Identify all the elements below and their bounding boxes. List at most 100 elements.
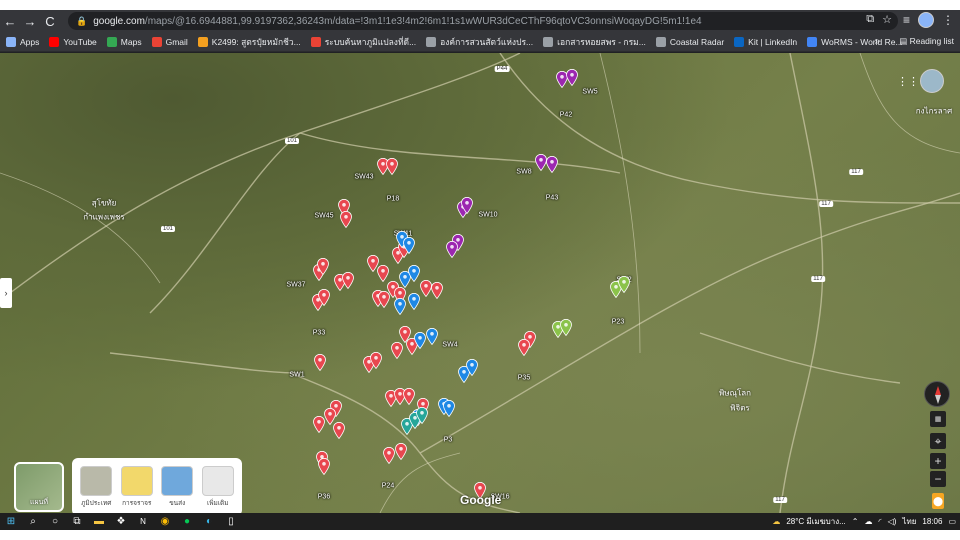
menu-icon[interactable]: ⋮ (942, 13, 954, 27)
purple-map-marker[interactable] (566, 69, 578, 86)
road-number-badge: P44 (494, 66, 510, 72)
bookmark-item[interactable]: YouTube (49, 36, 97, 47)
install-icon[interactable]: ⧉ (866, 13, 874, 26)
dropbox-icon[interactable]: ❖ (110, 513, 132, 530)
marker-label: SW43 (354, 173, 374, 181)
layer-option[interactable]: การจราจร (118, 466, 156, 508)
layer-label: ขนส่ง (169, 500, 186, 507)
clock[interactable]: 18:06 (922, 517, 942, 526)
marker-label: P43 (545, 194, 559, 202)
layer-option[interactable]: เพิ่มเติม (199, 466, 237, 508)
layer-label: การจราจร (122, 500, 152, 507)
blue-map-marker[interactable] (408, 265, 420, 282)
edge-icon[interactable]: ◐ (198, 513, 220, 530)
account-avatar[interactable] (920, 69, 944, 93)
red-map-marker[interactable] (383, 447, 395, 464)
road-number-badge: 117 (819, 201, 833, 207)
cloud-icon[interactable]: ☁ (864, 517, 872, 526)
red-map-marker[interactable] (318, 458, 330, 475)
marker-label: SW4 (442, 341, 458, 349)
notepad-icon[interactable]: ▯ (220, 513, 242, 530)
bookmark-item[interactable]: เอกสารหอยสพร - กรม... (543, 35, 646, 49)
bookmark-item[interactable]: Kit | LinkedIn (734, 36, 797, 47)
red-map-marker[interactable] (317, 258, 329, 275)
purple-map-marker[interactable] (546, 156, 558, 173)
tray-chevron-icon[interactable]: ⌃ (852, 517, 859, 526)
wifi-icon[interactable]: ◜ (878, 517, 881, 526)
bookmark-item[interactable]: Coastal Radar (655, 36, 724, 47)
red-map-marker[interactable] (340, 211, 352, 228)
red-map-marker[interactable] (318, 289, 330, 306)
green-map-marker[interactable] (618, 276, 630, 293)
start-button[interactable]: ⊞ (0, 513, 22, 530)
bookmark-item[interactable]: WoRMS - World Re... (807, 36, 903, 47)
volume-icon[interactable]: ◁) (888, 517, 897, 526)
back-button[interactable]: ← (0, 10, 20, 32)
chrome-icon[interactable]: ◉ (154, 513, 176, 530)
bookmark-item[interactable]: องค์การสวนสัตว์แห่งปร... (426, 35, 533, 49)
pegman-icon[interactable]: ⬤ (932, 493, 944, 509)
purple-map-marker[interactable] (446, 241, 458, 258)
blue-map-marker[interactable] (394, 298, 406, 315)
bookmark-item[interactable]: ระบบค้นหาภูมิแปลงที่ดี... (310, 35, 416, 49)
zoom-out-button[interactable]: − (930, 471, 946, 487)
profile-avatar[interactable] (918, 12, 934, 28)
zoom-in-button[interactable]: + (930, 453, 946, 469)
red-map-marker[interactable] (386, 158, 398, 175)
compass-icon[interactable] (924, 381, 950, 407)
red-map-marker[interactable] (431, 282, 443, 299)
red-map-marker[interactable] (377, 265, 389, 282)
map-canvas[interactable]: SW5P42SW8P43SW43P18SW10SW45SW11SW37SW2P2… (0, 53, 960, 513)
blue-map-marker[interactable] (408, 293, 420, 310)
red-map-marker[interactable] (314, 354, 326, 371)
map-type-button[interactable]: แผนที่ (14, 462, 64, 512)
red-map-marker[interactable] (391, 342, 403, 359)
google-apps-icon[interactable]: ⋮⋮ (897, 75, 919, 89)
bookmark-item[interactable]: K2499: สูตรปุ๋ยหมักชีว... (197, 35, 301, 49)
blue-map-marker[interactable] (466, 359, 478, 376)
purple-map-marker[interactable] (461, 197, 473, 214)
language-indicator[interactable]: ไทย (902, 515, 916, 528)
blue-map-marker[interactable] (426, 328, 438, 345)
bookmark-star-icon[interactable]: ☆ (882, 13, 892, 26)
weather-text[interactable]: 28°C มีเมฆบาง... (786, 515, 845, 528)
red-map-marker[interactable] (313, 416, 325, 433)
green-map-marker[interactable] (560, 319, 572, 336)
bookmark-item[interactable]: Gmail (151, 36, 188, 47)
layer-thumbnail (201, 466, 234, 496)
media-icon[interactable]: ≡ (903, 13, 910, 27)
search-icon[interactable]: ⌕ (22, 513, 44, 530)
task-view-icon[interactable]: ⧉ (66, 513, 88, 530)
reload-button[interactable]: C (40, 10, 60, 32)
bookmark-label: WoRMS - World Re... (821, 36, 903, 47)
teal-map-marker[interactable] (416, 407, 428, 424)
red-map-marker[interactable] (333, 422, 345, 439)
bookmark-item[interactable]: Apps (6, 36, 39, 47)
notion-icon[interactable]: N (132, 513, 154, 530)
reading-list-button[interactable]: ▤ Reading list (899, 36, 954, 47)
red-map-marker[interactable] (342, 272, 354, 289)
blue-map-marker[interactable] (443, 400, 455, 417)
blue-map-marker[interactable] (414, 332, 426, 349)
cortana-icon[interactable]: ○ (44, 513, 66, 530)
red-map-marker[interactable] (518, 339, 530, 356)
marker-label: P18 (386, 195, 400, 203)
red-map-marker[interactable] (403, 388, 415, 405)
forward-button[interactable]: → (20, 10, 40, 32)
file-explorer-icon[interactable]: ▬ (88, 513, 110, 530)
red-map-marker[interactable] (370, 352, 382, 369)
layer-label: เพิ่มเติม (206, 500, 229, 507)
bookmark-item[interactable]: Maps (106, 36, 142, 47)
address-bar[interactable]: 🔒 google.com /maps/@16.6944881,99.919736… (68, 12, 898, 30)
layer-option[interactable]: ขนส่ง (158, 466, 196, 508)
layer-option[interactable]: ภูมิประเทศ (77, 466, 115, 508)
tilt-toggle-icon[interactable]: ▦ (930, 411, 946, 427)
line-icon[interactable]: ● (176, 513, 198, 530)
my-location-icon[interactable]: ⌖ (930, 433, 946, 449)
bookmarks-overflow-button[interactable]: » (874, 36, 880, 47)
blue-map-marker[interactable] (403, 237, 415, 254)
notification-icon[interactable]: ▭ (948, 517, 956, 526)
side-panel-toggle[interactable]: › (0, 278, 12, 308)
red-map-marker[interactable] (395, 443, 407, 460)
road-number-badge: 117 (849, 169, 863, 175)
